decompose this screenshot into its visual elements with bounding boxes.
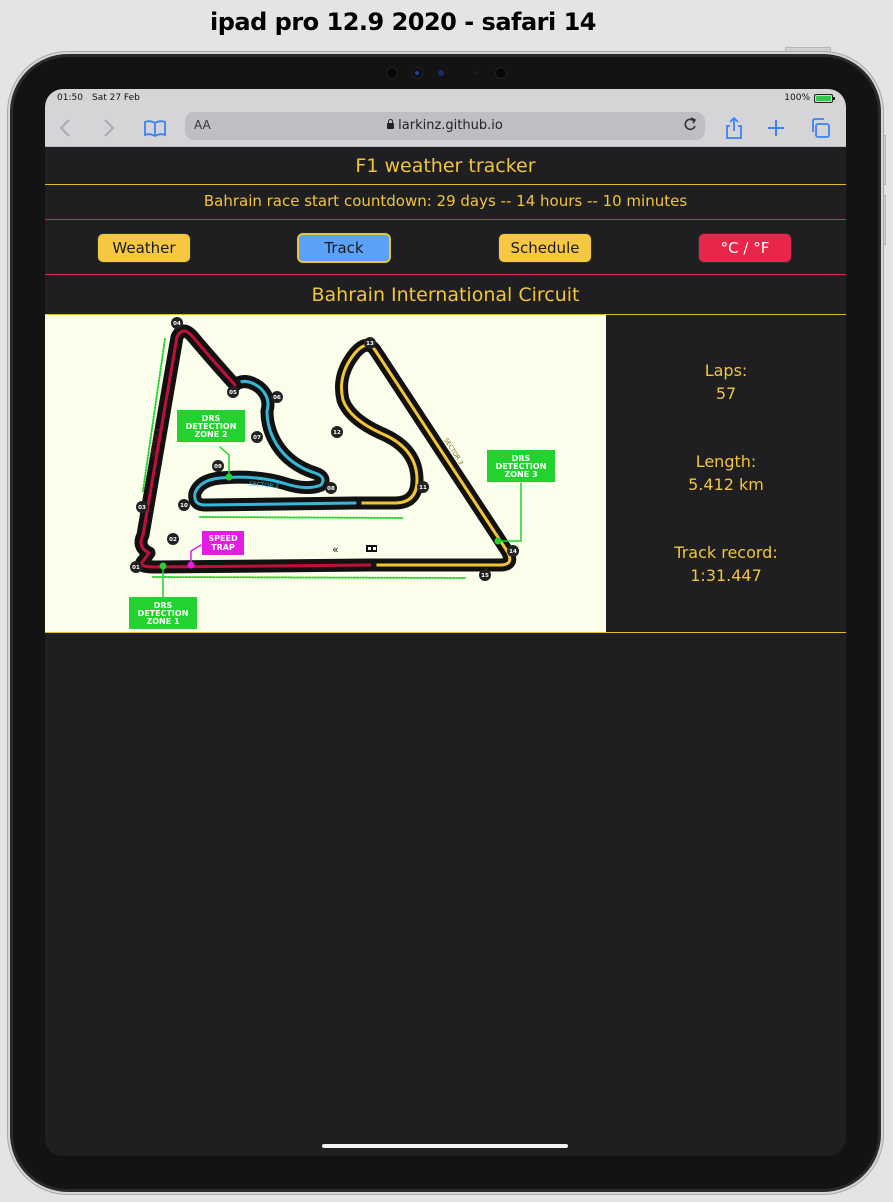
- corner-14: 14: [507, 545, 519, 557]
- tabs-overview-icon[interactable]: [807, 115, 833, 141]
- svg-text:01: 01: [132, 565, 140, 571]
- length-label: Length:: [695, 452, 757, 471]
- svg-text:04: 04: [173, 321, 181, 327]
- screenshot-caption: ipad pro 12.9 2020 - safari 14: [210, 8, 596, 36]
- length-value: 5.412 km: [688, 475, 764, 494]
- unit-toggle-button[interactable]: °C / °F: [698, 233, 792, 263]
- drs-zone-2-label: DRS DETECTION ZONE 2: [177, 410, 245, 442]
- corner-06: 06: [271, 391, 283, 403]
- corner-10: 10: [178, 499, 190, 511]
- back-icon[interactable]: [53, 115, 79, 141]
- svg-text:07: 07: [253, 435, 261, 441]
- svg-text:SPEED: SPEED: [208, 534, 238, 543]
- svg-text:13: 13: [366, 341, 374, 347]
- status-date: Sat 27 Feb: [92, 93, 140, 103]
- svg-text:10: 10: [180, 503, 188, 509]
- home-indicator[interactable]: [322, 1144, 568, 1148]
- corner-08: 08: [325, 482, 337, 494]
- corner-13: 13: [364, 337, 376, 349]
- nav-bar: Weather Track Schedule °C / °F: [45, 220, 846, 275]
- schedule-button[interactable]: Schedule: [498, 233, 592, 263]
- url-text: larkinz.github.io: [398, 118, 503, 133]
- new-tab-icon[interactable]: [763, 115, 789, 141]
- track-content: « SECTOR 2 SECTOR 3 SECTOR 1 DRS DETECTI…: [45, 315, 846, 633]
- svg-text:08: 08: [327, 486, 335, 492]
- safari-toolbar: AA larkinz.github.io: [45, 109, 846, 147]
- url-display[interactable]: larkinz.github.io: [185, 118, 705, 133]
- share-icon[interactable]: [721, 115, 747, 141]
- svg-text:06: 06: [273, 395, 281, 401]
- laps-value: 57: [715, 384, 737, 403]
- svg-text:12: 12: [333, 430, 341, 436]
- svg-text:TRAP: TRAP: [211, 543, 235, 552]
- length-stat: Length: 5.412 km: [606, 450, 846, 496]
- track-button[interactable]: Track: [297, 233, 391, 263]
- front-camera: [380, 64, 520, 80]
- direction-chevrons: «: [332, 543, 339, 556]
- corner-12: 12: [331, 426, 343, 438]
- drs-zone-3-label: DRS DETECTION ZONE 3: [487, 450, 555, 482]
- svg-text:05: 05: [229, 390, 237, 396]
- corner-04: 04: [171, 317, 183, 329]
- svg-text:ZONE 3: ZONE 3: [504, 470, 537, 479]
- record-value: 1:31.447: [690, 566, 762, 585]
- svg-text:03: 03: [138, 505, 146, 511]
- web-app: F1 weather tracker Bahrain race start co…: [45, 147, 846, 633]
- app-title: F1 weather tracker: [45, 147, 846, 185]
- svg-text:02: 02: [169, 537, 177, 543]
- corner-09: 09: [212, 460, 224, 472]
- weather-button[interactable]: Weather: [97, 233, 191, 263]
- svg-text:ZONE 2: ZONE 2: [194, 430, 227, 439]
- corner-07: 07: [251, 431, 263, 443]
- track-sector-1: [134, 324, 377, 574]
- record-label: Track record:: [674, 543, 778, 562]
- track-stats: Laps: 57 Length: 5.412 km Track record: …: [606, 315, 846, 632]
- corner-03: 03: [136, 501, 148, 513]
- reload-icon[interactable]: [683, 116, 697, 136]
- race-countdown: Bahrain race start countdown: 29 days --…: [45, 185, 846, 220]
- laps-label: Laps:: [704, 361, 748, 380]
- track-map: « SECTOR 2 SECTOR 3 SECTOR 1 DRS DETECTI…: [45, 315, 606, 632]
- status-bar: 01:50 Sat 27 Feb 100%: [45, 89, 846, 109]
- battery-icon: [814, 94, 835, 103]
- status-time: 01:50: [57, 93, 83, 103]
- svg-text:09: 09: [214, 464, 222, 470]
- svg-text:ZONE 1: ZONE 1: [146, 617, 180, 626]
- corner-02: 02: [167, 533, 179, 545]
- corner-15: 15: [479, 569, 491, 581]
- drs-line-3: [152, 576, 466, 579]
- address-bar[interactable]: AA larkinz.github.io: [185, 112, 705, 140]
- circuit-name: Bahrain International Circuit: [45, 275, 846, 315]
- record-stat: Track record: 1:31.447: [606, 541, 846, 587]
- bookmarks-icon[interactable]: [142, 115, 168, 141]
- battery-percent: 100%: [784, 93, 810, 103]
- drs-line-2: [199, 516, 404, 519]
- corner-05: 05: [227, 386, 239, 398]
- lock-icon: [387, 119, 395, 129]
- svg-text:14: 14: [509, 549, 517, 555]
- laps-stat: Laps: 57: [606, 359, 846, 405]
- track-sector-3: [335, 338, 517, 572]
- svg-text:15: 15: [481, 573, 489, 579]
- sector-2-label: SECTOR 2: [249, 481, 280, 491]
- circuit-svg: « SECTOR 2 SECTOR 3 SECTOR 1 DRS DETECTI…: [129, 317, 555, 629]
- forward-icon[interactable]: [95, 115, 121, 141]
- svg-text:11: 11: [419, 485, 427, 491]
- corner-01: 01: [130, 561, 142, 573]
- corner-11: 11: [417, 481, 429, 493]
- ipad-screen: 01:50 Sat 27 Feb 100% AA larkinz.github.…: [45, 89, 846, 1156]
- drs-zone-1-label: DRS DETECTION ZONE 1: [129, 597, 197, 629]
- speed-trap-label: SPEED TRAP: [202, 531, 244, 555]
